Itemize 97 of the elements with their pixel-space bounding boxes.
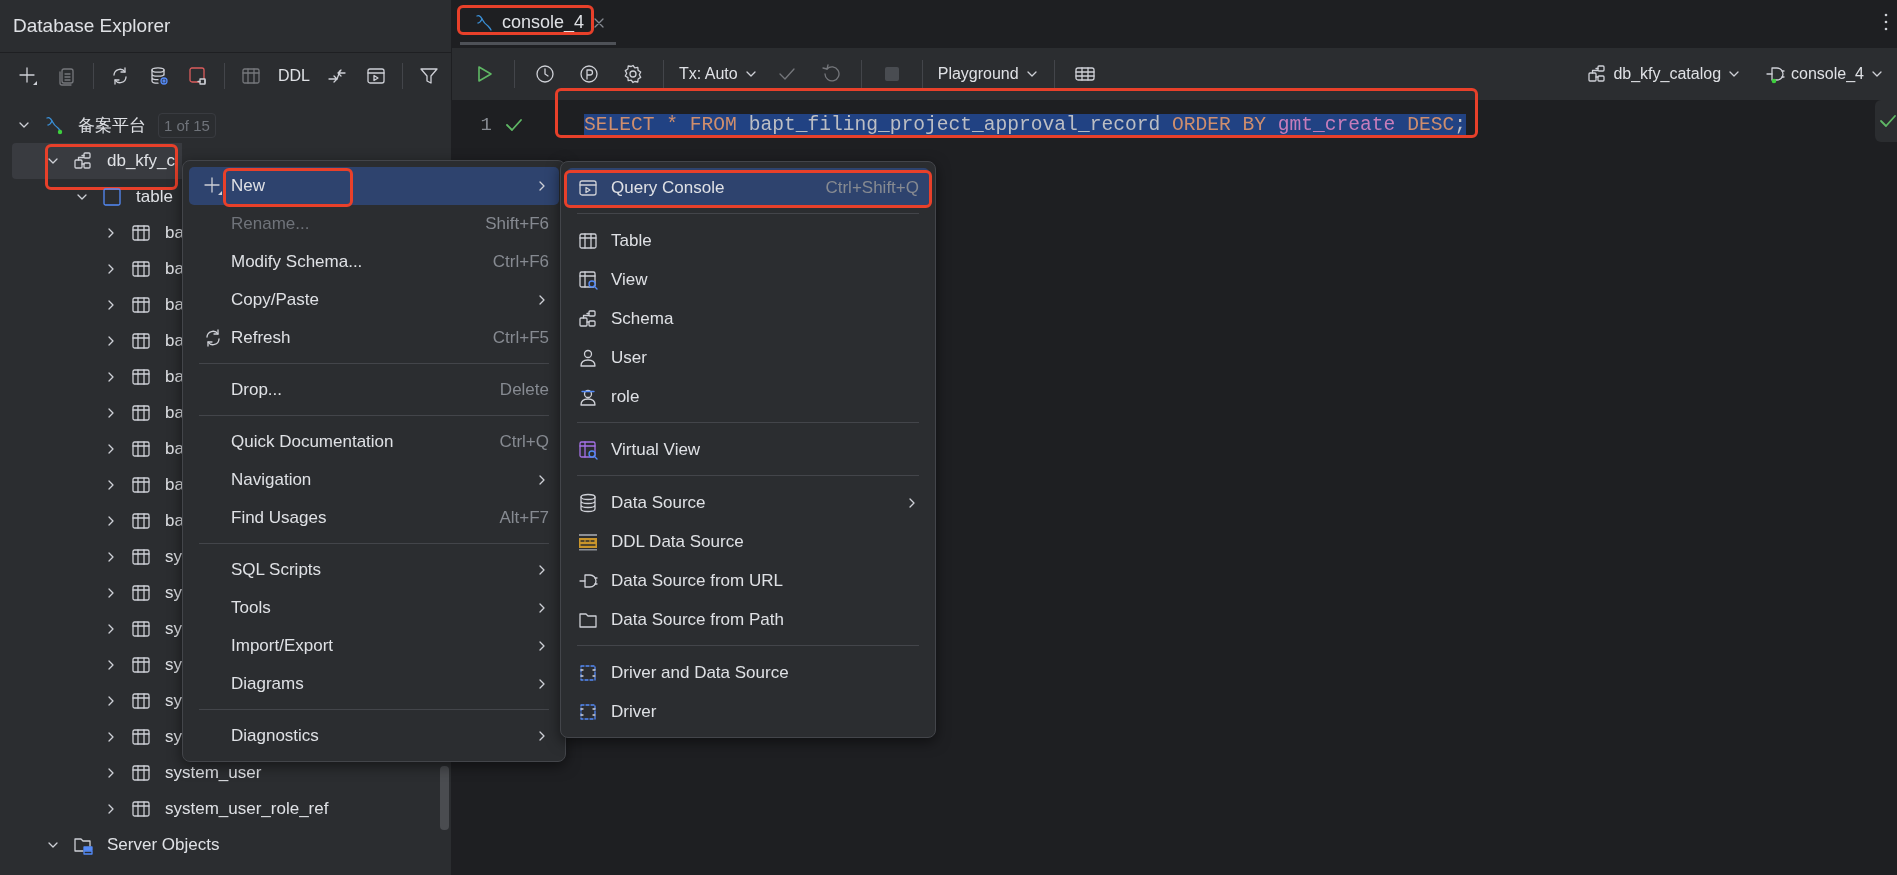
database-icon (578, 492, 598, 513)
tree-item-label[interactable]: 备案平台 (78, 113, 146, 137)
schema-icon (73, 151, 93, 171)
folder-icon (102, 187, 122, 207)
parameters-icon[interactable] (579, 64, 599, 84)
more-icon[interactable] (1883, 12, 1889, 32)
tree-item-label[interactable]: db_kfy_c (107, 151, 176, 171)
table-icon (131, 763, 151, 783)
menu-item[interactable]: Modify Schema... Ctrl+F6 (189, 243, 559, 281)
tree-item-label[interactable]: sy (165, 691, 182, 711)
dolphin-icon (474, 12, 494, 33)
menu-item[interactable]: New (189, 167, 559, 205)
connection-plug-icon (1765, 64, 1786, 84)
menu-item[interactable]: View (567, 260, 929, 299)
menu-item[interactable]: Refresh Ctrl+F5 (189, 319, 559, 357)
menu-item[interactable]: Quick Documentation Ctrl+Q (189, 423, 559, 461)
context-selector[interactable]: console_4 (1762, 58, 1887, 90)
table-icon (131, 475, 151, 495)
console-plug-icon[interactable] (188, 66, 208, 86)
inspection-widget[interactable] (1875, 100, 1897, 142)
table-icon (131, 799, 151, 819)
schema-icon (1587, 64, 1608, 84)
menu-item[interactable]: SQL Scripts (189, 551, 559, 589)
menu-item[interactable]: Data Source from Path (567, 600, 929, 639)
table-icon (131, 727, 151, 747)
table-icon (131, 583, 151, 603)
virtual-view-icon (578, 439, 598, 460)
menu-item[interactable]: Find Usages Alt+F7 (189, 499, 559, 537)
menu-item[interactable]: Table (567, 221, 929, 260)
tree-item-label[interactable]: system_user (165, 763, 262, 783)
dropdown-button[interactable]: Tx: Auto (676, 58, 761, 90)
inspection-check-icon (1879, 112, 1897, 130)
table-icon (131, 259, 151, 279)
table-icon (131, 655, 151, 675)
dolphin-icon (44, 115, 64, 135)
tree-item-label[interactable]: sy (165, 727, 182, 747)
console-icon[interactable] (366, 66, 386, 86)
table-icon (131, 331, 151, 351)
menu-item[interactable]: Data Source from URL (567, 561, 929, 600)
refresh-icon[interactable] (110, 66, 130, 86)
table-icon (131, 619, 151, 639)
view-icon (578, 269, 598, 290)
menu-item[interactable]: Navigation (189, 461, 559, 499)
menu-item[interactable]: Query Console Ctrl+Shift+Q (567, 168, 929, 207)
driver-icon (578, 662, 598, 683)
schema-icon (578, 308, 598, 329)
add-icon[interactable] (18, 66, 38, 86)
menu-item[interactable]: Diagrams (189, 665, 559, 703)
menu-item[interactable]: Copy/Paste (189, 281, 559, 319)
scrollbar[interactable] (440, 766, 449, 830)
filter-icon[interactable] (419, 66, 439, 86)
add-icon (203, 176, 223, 196)
ddl-source-icon (578, 531, 598, 552)
menu-item[interactable]: Data Source (567, 483, 929, 522)
count-badge: 1 of 15 (158, 112, 216, 138)
table-icon (131, 511, 151, 531)
dropdown-button[interactable]: Playground (934, 58, 1042, 90)
table-icon (131, 295, 151, 315)
table-icon (131, 439, 151, 459)
history-icon[interactable] (535, 64, 555, 84)
console-icon (578, 177, 598, 198)
panel-title: Database Explorer (13, 15, 171, 37)
context-selector[interactable]: db_kfy_catalog (1584, 58, 1745, 90)
tree-item-label[interactable]: sy (165, 547, 182, 567)
settings-icon[interactable] (623, 64, 643, 84)
server-folder-icon (73, 835, 93, 855)
table-icon (131, 403, 151, 423)
user-icon (578, 347, 598, 368)
tree-item-label[interactable]: system_user_role_ref (165, 799, 329, 819)
menu-item[interactable]: role (567, 377, 929, 416)
menu-item[interactable]: User (567, 338, 929, 377)
refresh-icon (203, 328, 223, 348)
menu-item[interactable]: DDL Data Source (567, 522, 929, 561)
tree-item-label[interactable]: sy (165, 655, 182, 675)
menu-item[interactable]: Import/Export (189, 627, 559, 665)
tree-item-label[interactable]: sy (165, 583, 182, 603)
driver-icon (578, 701, 598, 722)
line-number: 1 (479, 114, 492, 136)
tree-item-label[interactable]: table (136, 187, 173, 207)
table-icon (131, 367, 151, 387)
editor-tab[interactable]: console_4 (460, 0, 617, 45)
ddl-button[interactable]: DDL (274, 61, 314, 91)
menu-item[interactable]: Driver (567, 692, 929, 731)
tree-item-label[interactable]: Server Objects (107, 835, 220, 855)
menu-item[interactable]: Schema (567, 299, 929, 338)
tree-item-label[interactable]: sy (165, 619, 182, 639)
menu-item[interactable]: Virtual View (567, 430, 929, 469)
menu-item[interactable]: Diagnostics (189, 717, 559, 755)
table-icon (578, 230, 598, 251)
table-icon (131, 691, 151, 711)
result-table-icon[interactable] (1074, 64, 1095, 84)
menu-item[interactable]: Drop... Delete (189, 371, 559, 409)
table-icon (131, 547, 151, 567)
table-icon (131, 223, 151, 243)
menu-item[interactable]: Driver and Data Source (567, 653, 929, 692)
menu-item[interactable]: Tools (189, 589, 559, 627)
database-settings-icon[interactable] (149, 66, 169, 86)
